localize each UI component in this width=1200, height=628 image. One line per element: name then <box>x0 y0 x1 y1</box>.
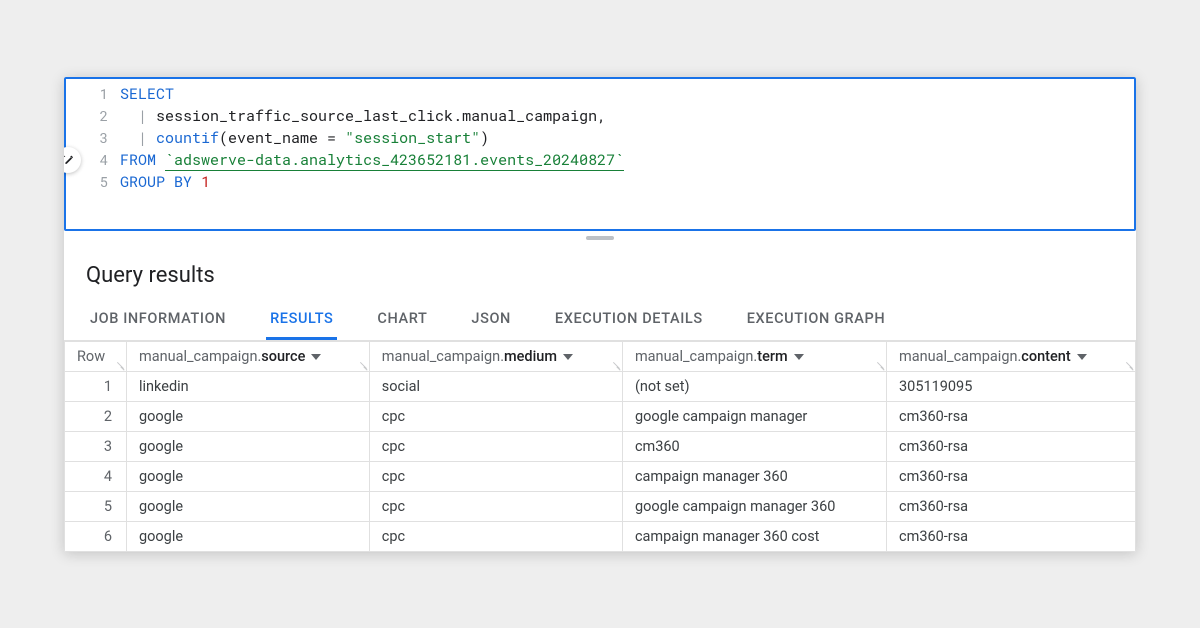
cell: social <box>369 371 622 401</box>
column-header[interactable]: manual_campaign.content <box>887 341 1136 371</box>
cell: cpc <box>369 431 622 461</box>
table-row[interactable]: 4googlecpccampaign manager 360cm360-rsa <box>65 461 1136 491</box>
row-header: Row <box>65 341 127 371</box>
line-number: 5 <box>66 171 120 193</box>
row-number: 6 <box>65 521 127 551</box>
pane-resize-bar[interactable] <box>64 231 1136 245</box>
cell: cpc <box>369 521 622 551</box>
column-resize-icon[interactable] <box>359 361 367 369</box>
code-line[interactable]: 5GROUP BY 1 <box>66 171 1134 193</box>
row-number: 2 <box>65 401 127 431</box>
code-line[interactable]: 2 | session_traffic_source_last_click.ma… <box>66 105 1134 127</box>
results-tabs: JOB INFORMATION RESULTS CHART JSON EXECUTION… <box>64 302 1136 341</box>
line-number: 3 <box>66 127 120 149</box>
cell: 305119095 <box>887 371 1136 401</box>
sort-caret-icon[interactable] <box>311 352 321 362</box>
cell: google campaign manager 360 <box>622 491 886 521</box>
cell: cpc <box>369 461 622 491</box>
results-table: Rowmanual_campaign.sourcemanual_campaign… <box>64 341 1136 552</box>
column-header[interactable]: manual_campaign.term <box>622 341 886 371</box>
line-number: 1 <box>66 83 120 105</box>
cell: google <box>127 491 370 521</box>
bigquery-panel: 1SELECT2 | session_traffic_source_last_c… <box>64 77 1136 552</box>
code-text[interactable]: | session_traffic_source_last_click.manu… <box>120 105 606 127</box>
results-heading: Query results <box>64 245 1136 302</box>
table-row[interactable]: 6googlecpccampaign manager 360 costcm360… <box>65 521 1136 551</box>
cell: cm360 <box>622 431 886 461</box>
cell: cm360-rsa <box>887 491 1136 521</box>
column-header[interactable]: manual_campaign.source <box>127 341 370 371</box>
tab-job-information[interactable]: JOB INFORMATION <box>86 302 230 340</box>
cell: (not set) <box>622 371 886 401</box>
cell: google <box>127 461 370 491</box>
magic-wand-icon[interactable] <box>64 147 81 173</box>
cell: campaign manager 360 cost <box>622 521 886 551</box>
tab-results[interactable]: RESULTS <box>266 302 337 340</box>
column-resize-icon[interactable] <box>116 361 124 369</box>
table-row[interactable]: 3googlecpccm360cm360-rsa <box>65 431 1136 461</box>
cell: google <box>127 431 370 461</box>
row-number: 5 <box>65 491 127 521</box>
cell: google <box>127 401 370 431</box>
line-number: 4 <box>66 149 120 171</box>
cell: cm360-rsa <box>887 461 1136 491</box>
cell: google <box>127 521 370 551</box>
row-number: 1 <box>65 371 127 401</box>
code-text[interactable]: SELECT <box>120 83 174 105</box>
table-row[interactable]: 1linkedinsocial(not set)305119095 <box>65 371 1136 401</box>
sort-caret-icon[interactable] <box>563 352 573 362</box>
tab-chart[interactable]: CHART <box>373 302 431 340</box>
sql-editor[interactable]: 1SELECT2 | session_traffic_source_last_c… <box>64 77 1136 231</box>
column-resize-icon[interactable] <box>1125 361 1133 369</box>
row-number: 4 <box>65 461 127 491</box>
code-line[interactable]: 1SELECT <box>66 83 1134 105</box>
code-line[interactable]: 4FROM `adswerve-data.analytics_423652181… <box>66 149 1134 171</box>
cell: linkedin <box>127 371 370 401</box>
line-number: 2 <box>66 105 120 127</box>
column-resize-icon[interactable] <box>876 361 884 369</box>
cell: cpc <box>369 491 622 521</box>
tab-json[interactable]: JSON <box>467 302 515 340</box>
cell: cm360-rsa <box>887 431 1136 461</box>
table-row[interactable]: 5googlecpcgoogle campaign manager 360cm3… <box>65 491 1136 521</box>
tab-execution-details[interactable]: EXECUTION DETAILS <box>551 302 707 340</box>
cell: campaign manager 360 <box>622 461 886 491</box>
table-row[interactable]: 2googlecpcgoogle campaign managercm360-r… <box>65 401 1136 431</box>
sort-caret-icon[interactable] <box>1077 352 1087 362</box>
code-text[interactable]: | countif(event_name = "session_start") <box>120 127 489 149</box>
drag-handle-icon <box>586 236 614 240</box>
cell: cpc <box>369 401 622 431</box>
cell: cm360-rsa <box>887 521 1136 551</box>
column-header[interactable]: manual_campaign.medium <box>369 341 622 371</box>
code-text[interactable]: GROUP BY 1 <box>120 171 210 193</box>
code-line[interactable]: 3 | countif(event_name = "session_start"… <box>66 127 1134 149</box>
cell: google campaign manager <box>622 401 886 431</box>
column-resize-icon[interactable] <box>612 361 620 369</box>
code-text[interactable]: FROM `adswerve-data.analytics_423652181.… <box>120 149 624 171</box>
tab-execution-graph[interactable]: EXECUTION GRAPH <box>743 302 889 340</box>
sort-caret-icon[interactable] <box>794 352 804 362</box>
row-number: 3 <box>65 431 127 461</box>
cell: cm360-rsa <box>887 401 1136 431</box>
